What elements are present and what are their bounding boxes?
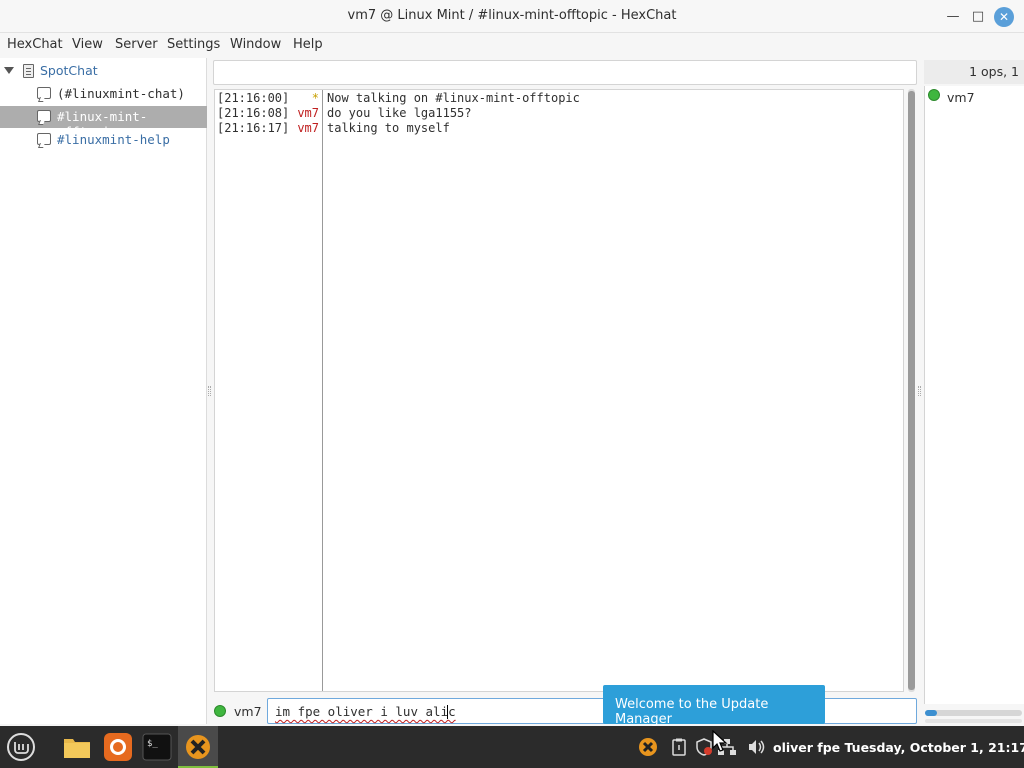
volume-icon[interactable] [746,737,766,757]
timestamp: [21:16:08] [217,106,290,120]
right-pane-splitter[interactable] [918,386,921,396]
maximize-button[interactable]: □ [967,6,989,28]
close-button[interactable]: ✕ [994,7,1014,27]
window-title: vm7 @ Linux Mint / #linux-mint-offtopic … [347,8,677,23]
taskbar-clock[interactable]: oliver fpe Tuesday, October 1, 21:17 [773,740,1024,755]
message-nick[interactable]: vm7 [297,121,319,135]
title-bar: vm7 @ Linux Mint / #linux-mint-offtopic … [0,0,1024,33]
mint-menu-icon[interactable] [6,732,36,762]
menu-bar: HexChat View Server Settings Window Help [0,33,1024,56]
server-icon [23,64,34,78]
message-input-text: im fpe oliver i luv alic [275,704,456,719]
user-entry[interactable]: vm7 [947,90,975,105]
chat-scrollbar[interactable] [908,89,915,692]
lag-meter [925,710,1022,716]
svg-text:$_: $_ [147,739,158,749]
tree-channel-label: #linuxmint-help [57,132,170,147]
menu-view[interactable]: View [72,37,103,52]
taskbar: $_ oliver fpe Tuesday, October 1, 21:17 [0,726,1024,768]
nick-button[interactable]: vm7 [234,704,262,719]
left-pane-splitter[interactable] [208,386,211,396]
menu-settings[interactable]: Settings [167,37,220,52]
message-nick: * [311,91,319,105]
menu-help[interactable]: Help [293,37,323,52]
user-status-icon [928,89,940,101]
chat-line: [21:16:17] vm7 talking to myself [215,121,905,136]
channel-icon [37,87,51,99]
nick-separator-line[interactable] [322,90,323,691]
tree-channel-linuxmint-chat[interactable]: (#linuxmint-chat) [0,83,207,105]
topic-field[interactable] [213,60,917,85]
terminal-icon[interactable]: $_ [142,732,172,762]
chat-log: [21:16:00] * Now talking on #linux-mint-… [214,89,904,692]
message-text: talking to myself [327,121,450,135]
chat-line: [21:16:00] * Now talking on #linux-mint-… [215,91,905,106]
firefox-icon[interactable] [103,732,133,762]
channel-icon [37,133,51,145]
hexchat-tray-icon[interactable] [638,737,658,757]
timestamp: [21:16:00] [217,91,290,105]
message-text: Now talking on #linux-mint-offtopic [327,91,580,105]
text-caret [447,705,448,719]
chat-scrollbar-thumb[interactable] [908,91,915,690]
update-manager-shield-icon[interactable] [694,737,714,757]
expand-arrow-icon[interactable] [4,67,14,74]
tree-channel-linuxmint-help[interactable]: #linuxmint-help [0,129,207,151]
files-icon[interactable] [62,732,92,762]
hexchat-icon[interactable] [183,732,213,762]
chat-line: [21:16:08] vm7 do you like lga1155? [215,106,905,121]
update-manager-notification[interactable]: Welcome to the Update Manager [603,685,825,727]
channel-icon [37,110,51,122]
tree-channel-label: (#linuxmint-chat) [57,86,185,101]
menu-server[interactable]: Server [115,37,158,52]
notification-text: Welcome to the Update Manager [615,697,769,727]
userlist-count: 1 ops, 1 [969,64,1019,79]
minimize-button[interactable]: — [942,6,964,28]
message-text: do you like lga1155? [327,106,472,120]
userlist-header: 1 ops, 1 [924,60,1024,84]
message-nick[interactable]: vm7 [297,106,319,120]
menu-window[interactable]: Window [230,37,281,52]
menu-hexchat[interactable]: HexChat [7,37,63,52]
tree-server-spotchat[interactable]: SpotChat [0,60,207,82]
mouse-pointer-icon [712,729,730,758]
tree-server-label: SpotChat [40,63,98,78]
tree-channel-linux-mint-offtopic[interactable]: #linux-mint-offtopic [0,106,207,139]
nick-status-icon [214,705,226,717]
user-list: vm7 [924,86,1024,704]
clipboard-icon[interactable] [669,737,689,757]
throttle-meter [925,719,1022,723]
channel-tree: SpotChat (#linuxmint-chat) #linux-mint-o… [0,58,207,724]
timestamp: [21:16:17] [217,121,290,135]
